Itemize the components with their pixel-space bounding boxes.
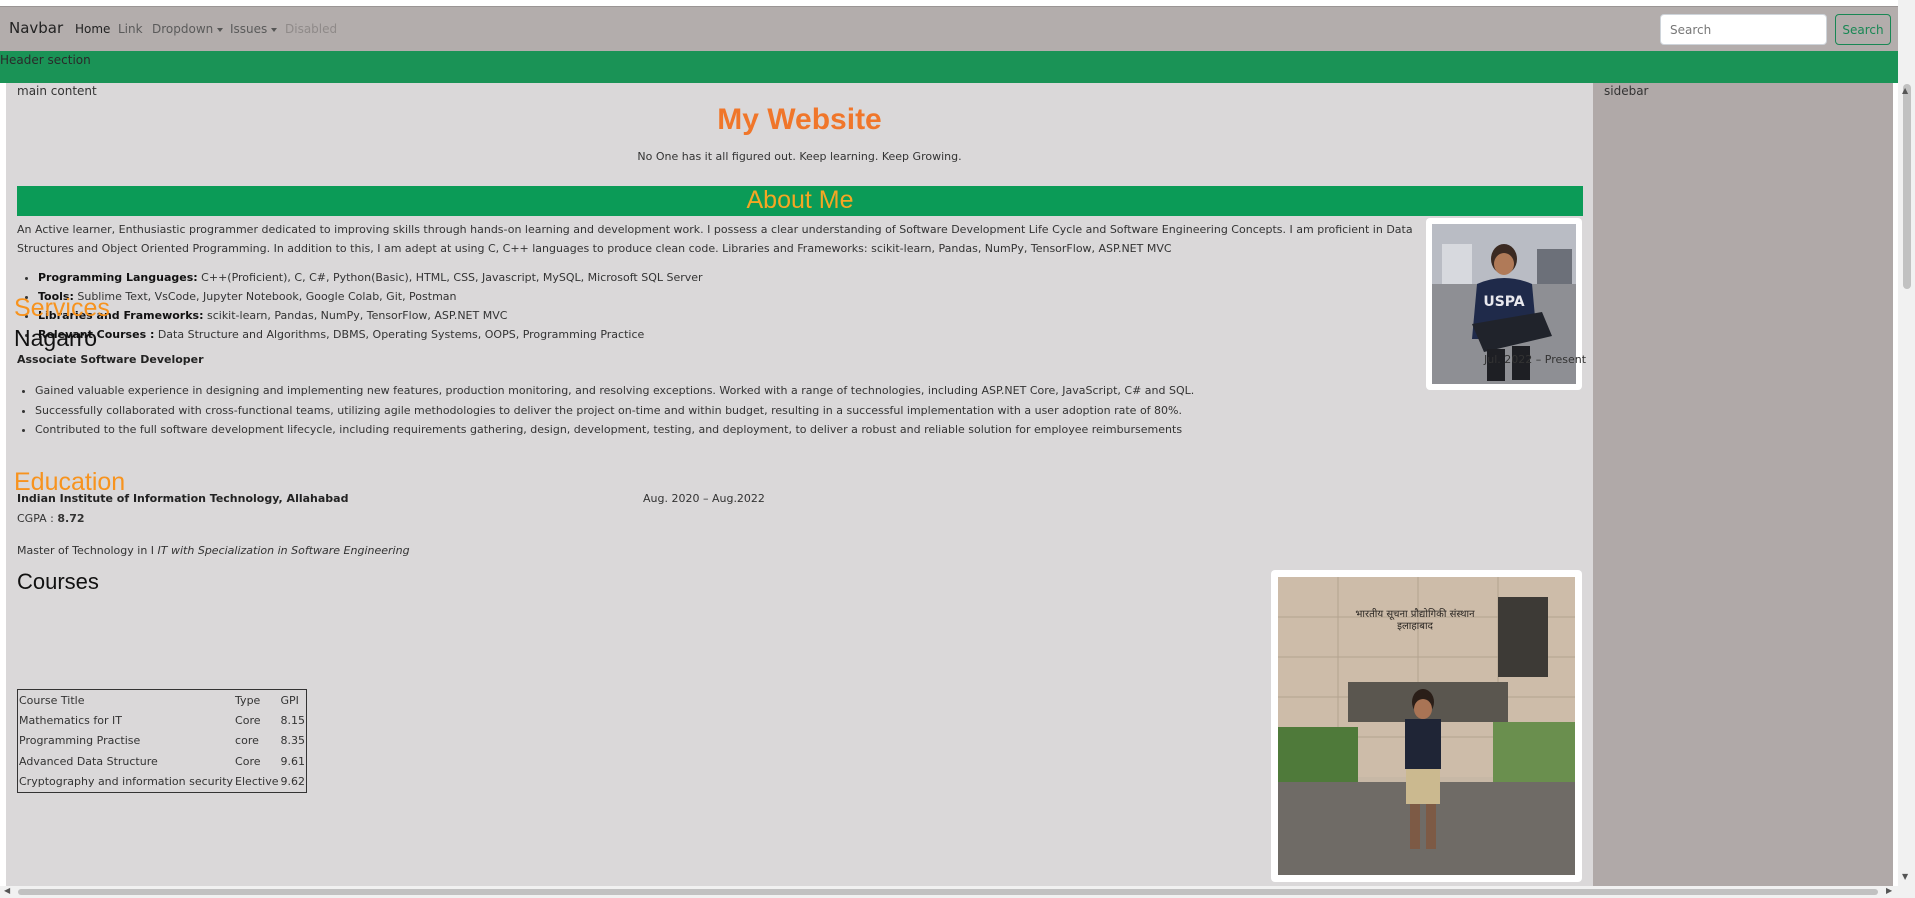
list-item: Relevant Courses : Data Structure and Al… xyxy=(38,325,703,344)
scroll-left-icon[interactable]: ◀ xyxy=(4,886,10,895)
nav-link-disabled: Disabled xyxy=(285,22,338,36)
skill-value: scikit-learn, Pandas, NumPy, TensorFlow,… xyxy=(203,309,508,322)
table-cell: 8.15 xyxy=(280,713,306,727)
main-content: main content My Website No One has it al… xyxy=(6,83,1593,886)
table-row: Cryptography and information security El… xyxy=(18,772,307,793)
table-cell: Cryptography and information security xyxy=(19,775,234,788)
search-input[interactable] xyxy=(1660,14,1827,45)
campus-sign-line2: इलाहाबाद xyxy=(1397,621,1433,632)
campus-photo-image: भारतीय सूचना प्रौद्योगिकी संस्थान इलाहाब… xyxy=(1278,577,1575,875)
campus-photo: भारतीय सूचना प्रौद्योगिकी संस्थान इलाहाब… xyxy=(1271,570,1582,882)
col-gpi: GPI xyxy=(280,693,299,707)
cgpa: CGPA : 8.72 xyxy=(17,512,85,525)
list-item: Gained valuable experience in designing … xyxy=(35,381,1194,401)
degree-prefix: Master of Technology in I xyxy=(17,544,158,557)
scroll-up-icon[interactable]: ▲ xyxy=(1902,86,1908,95)
table-cell: 8.35 xyxy=(280,734,306,748)
table-cell: Core xyxy=(235,713,261,727)
company-name: Nagarro xyxy=(14,325,98,351)
list-item: Tools: Sublime Text, VsCode, Jupyter Not… xyxy=(38,287,703,306)
table-cell: Mathematics for IT xyxy=(19,713,122,727)
table-cell: Programming Practise xyxy=(19,734,141,748)
table-cell: Advanced Data Structure xyxy=(19,754,158,768)
horizontal-scrollbar-thumb[interactable] xyxy=(18,889,1878,895)
list-item: Libraries and Frameworks: scikit-learn, … xyxy=(38,306,703,325)
about-paragraph: An Active learner, Enthusiastic programm… xyxy=(17,223,1413,255)
nav-dropdown[interactable]: Dropdown xyxy=(152,22,224,36)
search-button[interactable]: Search xyxy=(1835,14,1891,45)
nav-dropdown-label: Dropdown xyxy=(152,22,214,36)
duties-list: Gained valuable experience in designing … xyxy=(35,381,1194,440)
courses-table: Course Title Type GPI Mathematics for IT… xyxy=(17,689,308,793)
cgpa-value: 8.72 xyxy=(57,512,85,525)
table-cell: 9.61 xyxy=(280,754,306,768)
institute-name: Indian Institute of Information Technolo… xyxy=(17,492,349,505)
nav-link-home[interactable]: Home xyxy=(75,22,110,36)
education-date: Aug. 2020 – Aug.2022 xyxy=(643,492,765,505)
table-cell: core xyxy=(235,734,259,748)
skill-label: Programming Languages: xyxy=(38,271,198,284)
col-course-title: Course Title xyxy=(19,693,85,707)
about-title: About Me xyxy=(746,186,854,214)
navbar: Navbar Home Link Dropdown Issues Disable… xyxy=(0,6,1898,51)
list-item: Successfully collaborated with cross-fun… xyxy=(35,401,1194,421)
scroll-right-icon[interactable]: ▶ xyxy=(1886,886,1892,895)
caret-down-icon xyxy=(217,27,224,32)
sidebar-label: sidebar xyxy=(1604,84,1649,98)
navbar-brand[interactable]: Navbar xyxy=(9,19,63,37)
campus-sign-line1: भारतीय सूचना प्रौद्योगिकी संस्थान xyxy=(1355,608,1475,620)
skills-list: Programming Languages: C++(Proficient), … xyxy=(38,268,703,344)
table-row: Advanced Data Structure Core 9.61 xyxy=(18,751,307,772)
table-row: Programming Practise core 8.35 xyxy=(18,731,307,752)
about-heading-bar: About Me xyxy=(17,186,1583,216)
table-header-row: Course Title Type GPI xyxy=(18,690,307,711)
main-label: main content xyxy=(17,84,97,98)
header-section: Header section xyxy=(0,51,1898,83)
tagline: No One has it all figured out. Keep lear… xyxy=(637,150,962,163)
table-cell: Elective xyxy=(235,775,279,788)
degree-spec: IT with Specialization in Software Engin… xyxy=(157,544,410,557)
skill-value: Sublime Text, VsCode, Jupyter Notebook, … xyxy=(73,290,457,303)
services-title: Services xyxy=(14,294,110,322)
table-row: Mathematics for IT Core 8.15 xyxy=(18,710,307,731)
list-item: Programming Languages: C++(Proficient), … xyxy=(38,268,703,287)
job-role: Associate Software Developer xyxy=(17,353,204,366)
nav-link-link[interactable]: Link xyxy=(118,22,143,36)
caret-down-icon xyxy=(271,27,278,32)
site-title: My Website xyxy=(717,103,882,136)
col-type: Type xyxy=(235,693,261,707)
skill-value: Data Structure and Algorithms, DBMS, Ope… xyxy=(154,328,645,341)
nav-issues-label: Issues xyxy=(230,22,268,36)
table-cell: Core xyxy=(235,754,261,768)
job-date: Jul. 2022 – Present xyxy=(1484,353,1587,366)
header-label: Header section xyxy=(0,53,91,67)
degree: Master of Technology in I IT with Specia… xyxy=(17,544,410,557)
skill-value: C++(Proficient), C, C#, Python(Basic), H… xyxy=(197,271,703,284)
sidebar: sidebar xyxy=(1593,83,1893,886)
nav-issues[interactable]: Issues xyxy=(230,22,278,36)
courses-title: Courses xyxy=(17,569,99,594)
vertical-scrollbar-thumb[interactable] xyxy=(1903,84,1911,289)
list-item: Contributed to the full software develop… xyxy=(35,420,1194,440)
svg-text:USPA: USPA xyxy=(1483,294,1524,310)
table-cell: 9.62 xyxy=(280,775,306,788)
scroll-down-icon[interactable]: ▼ xyxy=(1902,872,1908,881)
cgpa-label: CGPA : xyxy=(17,512,58,525)
